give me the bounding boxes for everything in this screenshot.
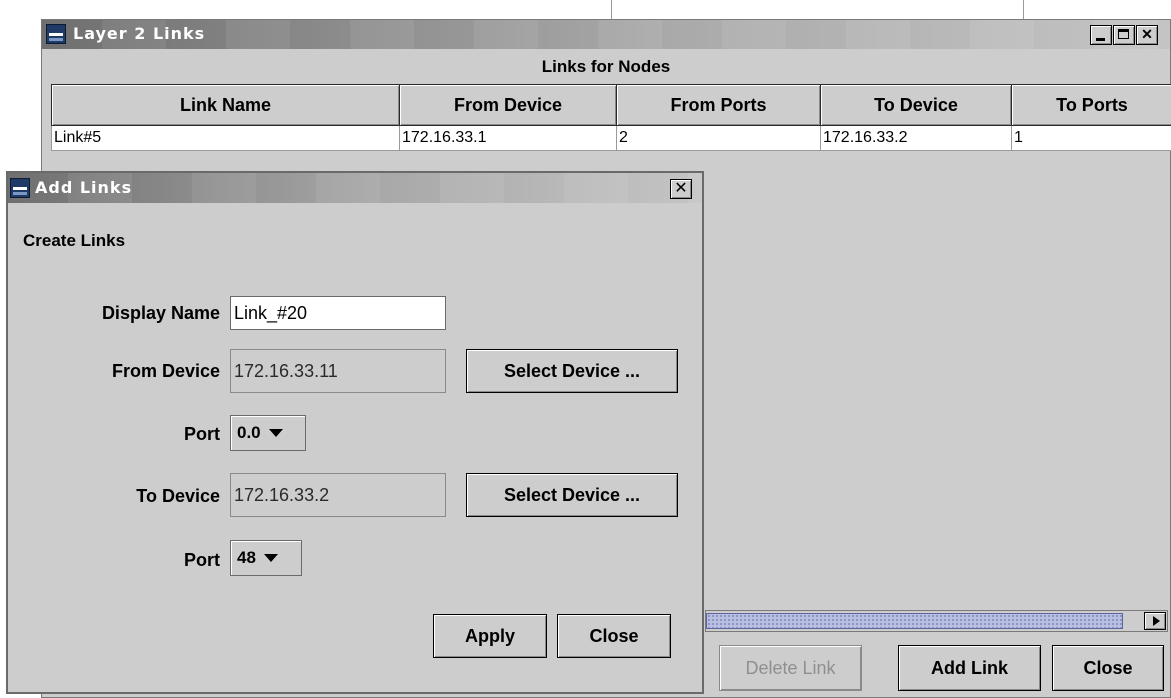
close-window-button[interactable]: ✕ xyxy=(1136,25,1158,45)
to-port-value: 48 xyxy=(237,548,256,567)
table-header-row: Link Name From Device From Ports To Devi… xyxy=(51,84,1171,126)
background-divider xyxy=(1023,0,1024,19)
section-title: Create Links xyxy=(23,231,126,250)
table-row[interactable]: Link#5 172.16.33.1 2 172.16.33.2 1 xyxy=(51,125,1171,151)
from-device-field: 172.16.33.11 xyxy=(230,349,446,393)
column-header-to-device[interactable]: To Device xyxy=(820,84,1012,126)
dialog-window-icon xyxy=(10,178,30,198)
to-device-label: To Device xyxy=(136,486,220,506)
cell-link-name[interactable]: Link#5 xyxy=(51,125,400,151)
column-header-from-ports[interactable]: From Ports xyxy=(616,84,821,126)
to-port-dropdown[interactable]: 48 xyxy=(230,540,302,576)
delete-link-button[interactable]: Delete Link xyxy=(719,645,862,691)
dialog-title: Add Links xyxy=(35,178,133,197)
dialog-close-button[interactable]: Close xyxy=(557,614,671,658)
add-link-button[interactable]: Add Link xyxy=(898,645,1041,691)
main-window-title: Layer 2 Links xyxy=(73,24,206,43)
apply-button[interactable]: Apply xyxy=(433,614,547,658)
to-port-label: Port xyxy=(184,550,220,570)
main-titlebar[interactable]: Layer 2 Links ✕ xyxy=(42,20,1170,49)
from-port-value: 0.0 xyxy=(237,423,261,442)
table-caption: Links for Nodes xyxy=(541,57,671,76)
links-table: Link Name From Device From Ports To Devi… xyxy=(51,84,1171,151)
from-port-dropdown[interactable]: 0.0 xyxy=(230,415,306,451)
app-window-icon xyxy=(46,24,66,44)
chevron-down-icon xyxy=(268,429,283,437)
scroll-right-arrow-icon[interactable] xyxy=(1144,612,1166,630)
cell-from-device[interactable]: 172.16.33.1 xyxy=(399,125,617,151)
display-name-field[interactable]: Link_#20 xyxy=(230,296,446,330)
dialog-titlebar[interactable]: Add Links ✕ xyxy=(8,173,702,203)
select-from-device-button[interactable]: Select Device ... xyxy=(466,349,678,393)
column-header-link-name[interactable]: Link Name xyxy=(51,84,400,126)
display-name-label: Display Name xyxy=(101,303,220,323)
chevron-down-icon xyxy=(263,554,278,562)
background-divider xyxy=(611,0,612,19)
from-port-label: Port xyxy=(184,424,220,444)
horizontal-scrollbar[interactable] xyxy=(705,610,1168,632)
cell-to-ports[interactable]: 1 xyxy=(1011,125,1171,151)
column-header-to-ports[interactable]: To Ports xyxy=(1011,84,1171,126)
main-close-button[interactable]: Close xyxy=(1052,645,1164,691)
to-device-field: 172.16.33.2 xyxy=(230,473,446,517)
from-device-label: From Device xyxy=(111,361,220,381)
add-links-dialog: Add Links ✕ Create Links Display Name Li… xyxy=(6,171,704,694)
scrollbar-thumb[interactable] xyxy=(706,613,1123,629)
column-header-from-device[interactable]: From Device xyxy=(399,84,617,126)
cell-from-ports[interactable]: 2 xyxy=(616,125,821,151)
cell-to-device[interactable]: 172.16.33.2 xyxy=(820,125,1012,151)
maximize-button[interactable] xyxy=(1113,25,1135,45)
minimize-button[interactable] xyxy=(1090,25,1112,45)
dialog-close-icon[interactable]: ✕ xyxy=(670,179,692,199)
select-to-device-button[interactable]: Select Device ... xyxy=(466,473,678,517)
